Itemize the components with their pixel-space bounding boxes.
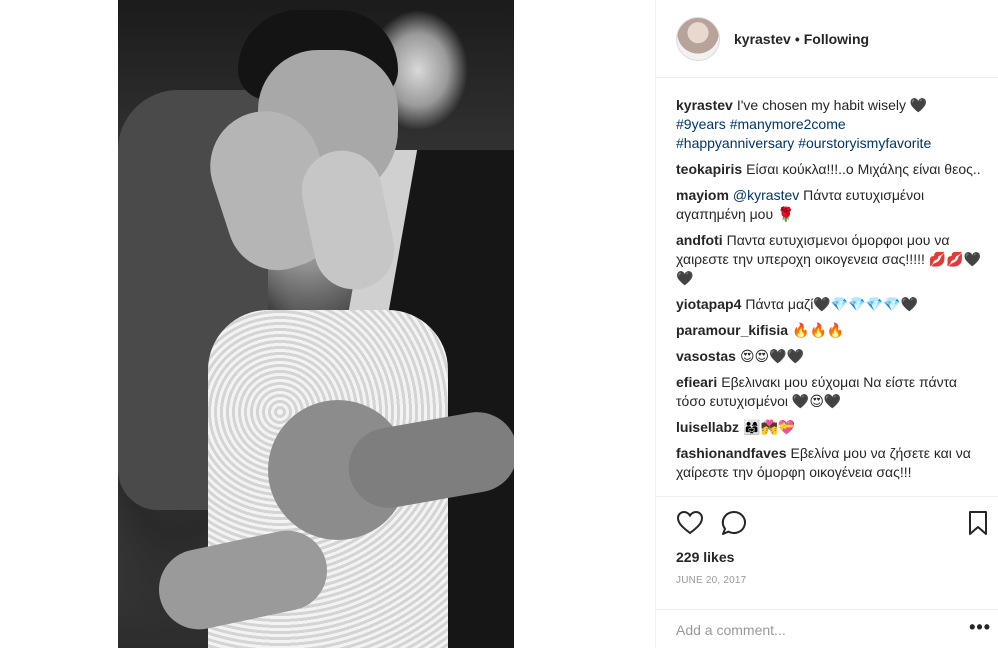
post-side-panel: kyrastev • Following kyrastev I've chosen… xyxy=(655,0,998,648)
comment-text: 🔥🔥🔥 xyxy=(792,322,845,338)
comment-input[interactable] xyxy=(676,618,946,642)
comment-username[interactable]: andfoti xyxy=(676,232,723,248)
bookmark-icon[interactable] xyxy=(964,509,992,537)
post-photo[interactable] xyxy=(118,0,514,648)
comment-text: 👨‍👩‍👧💏💝 xyxy=(743,419,796,435)
caption-username[interactable]: kyrastev xyxy=(676,97,733,113)
comment-item: luisellabz 👨‍👩‍👧💏💝 xyxy=(676,418,986,437)
comment-item: andfoti Παντα ευτυχισμενοι όμορφοι μου να… xyxy=(676,231,986,288)
comment-item: efieari Εβελινακι μου εύχομαι Να είστε πά… xyxy=(676,373,986,411)
comment-username[interactable]: vasostas xyxy=(676,348,736,364)
comment-icon[interactable] xyxy=(720,509,748,537)
comment-username[interactable]: yiotapap4 xyxy=(676,296,741,312)
username-link[interactable]: kyrastev xyxy=(734,31,791,47)
hashtag-link[interactable]: #manymore2come xyxy=(730,116,846,132)
more-options-icon[interactable]: ••• xyxy=(969,617,991,638)
hashtag-link[interactable]: #9years xyxy=(676,116,726,132)
post-header: kyrastev • Following xyxy=(656,0,998,78)
comment-item: teokapiris Είσαι κούκλα!!!..ο Μιχάλης είν… xyxy=(676,160,986,179)
heart-icon[interactable] xyxy=(676,509,704,537)
action-icons xyxy=(676,509,987,537)
mention-link[interactable]: @kyrastev xyxy=(733,187,799,203)
comment-item: fashionandfaves Εβελίνα μου να ζήσετε και… xyxy=(676,444,986,482)
comment-item: mayiom @kyrastev Πάντα ευτυχισμένοι αγαπη… xyxy=(676,186,986,224)
post-actions: 229 likes JUNE 20, 2017 ••• xyxy=(656,496,998,648)
post-image-area xyxy=(0,0,655,648)
caption-text: I've chosen my habit wisely 🖤 xyxy=(736,97,928,113)
comment-username[interactable]: teokapiris xyxy=(676,161,742,177)
following-button[interactable]: Following xyxy=(804,31,869,47)
comment-username[interactable]: luisellabz xyxy=(676,419,739,435)
comment-username[interactable]: paramour_kifisia xyxy=(676,322,788,338)
caption: kyrastev I've chosen my habit wisely 🖤 #9… xyxy=(676,96,986,153)
comment-text: Πάντα μαζί🖤💎💎💎💎🖤 xyxy=(745,296,918,312)
comment-username[interactable]: fashionandfaves xyxy=(676,445,786,461)
comment-username[interactable]: mayiom xyxy=(676,187,729,203)
comment-list: kyrastev I've chosen my habit wisely 🖤 #9… xyxy=(676,96,986,496)
comment-text: 😍😍🖤🖤 xyxy=(739,348,804,364)
comment-text: Είσαι κούκλα!!!..ο Μιχάλης είναι θεος.. xyxy=(746,161,981,177)
hashtag-link[interactable]: #happyanniversary xyxy=(676,135,794,151)
post-date[interactable]: JUNE 20, 2017 xyxy=(676,575,746,586)
separator-dot: • xyxy=(794,30,800,47)
add-comment-bar: ••• xyxy=(656,609,998,648)
comment-item: yiotapap4 Πάντα μαζί🖤💎💎💎💎🖤 xyxy=(676,295,986,314)
comment-item: paramour_kifisia 🔥🔥🔥 xyxy=(676,321,986,340)
comment-username[interactable]: efieari xyxy=(676,374,717,390)
avatar[interactable] xyxy=(676,16,720,61)
like-count[interactable]: 229 likes xyxy=(676,549,734,565)
hashtag-link[interactable]: #ourstoryismyfavorite xyxy=(798,135,931,151)
comment-item: vasostas 😍😍🖤🖤 xyxy=(676,347,986,366)
comment-text: Εβελινακι μου εύχομαι Να είστε πάντα τόσ… xyxy=(676,374,958,409)
header-text: kyrastev • Following xyxy=(734,31,869,47)
